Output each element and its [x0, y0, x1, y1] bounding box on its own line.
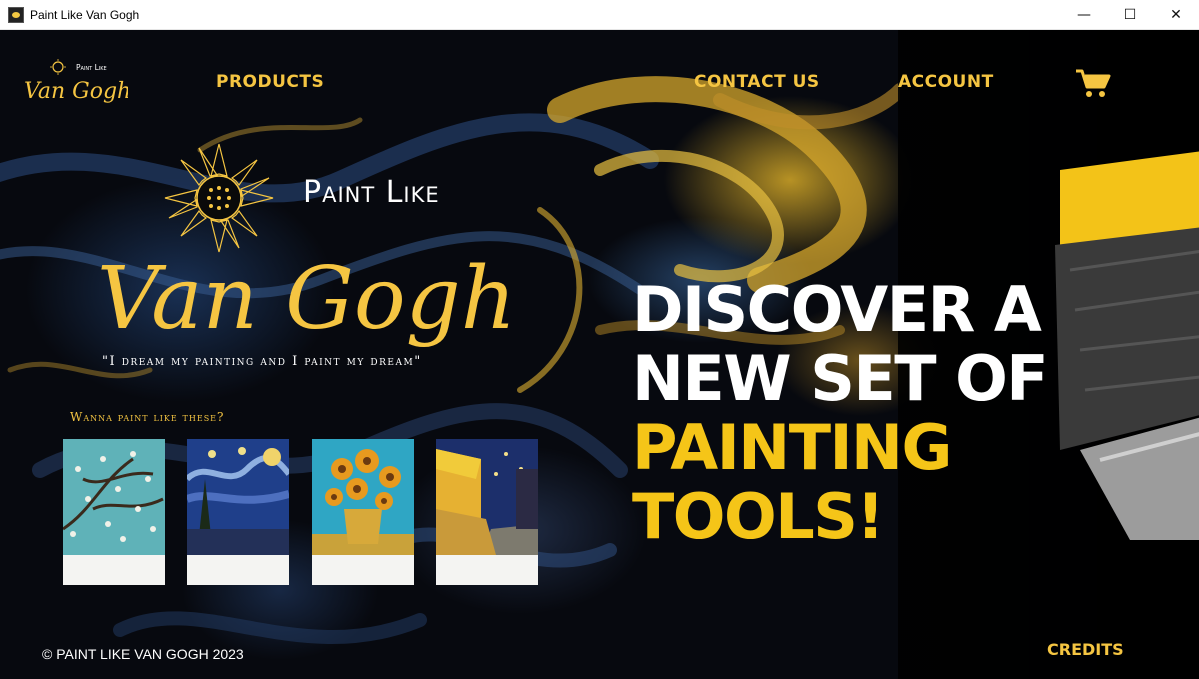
nav-logo-script-text: Van Gogh [24, 79, 128, 104]
window-titlebar: Paint Like Van Gogh — ☐ ✕ [0, 0, 1199, 30]
hero-headline: DISCOVER A NEW SET OF PAINTING TOOLS! [632, 275, 1199, 551]
hero-logo-top-text: Paint Like [303, 175, 440, 210]
credits-link[interactable]: CREDITS [1047, 640, 1124, 659]
painting-card-cafe-terrace[interactable] [436, 439, 538, 585]
nav-account-link[interactable]: ACCOUNT [898, 72, 994, 92]
sunflower-icon [164, 143, 274, 253]
nav-products-link[interactable]: PRODUCTS [216, 72, 324, 92]
app-canvas: Paint Like Van Gogh PRODUCTS CONTACT US … [0, 30, 1199, 679]
hero-logo-script-text: Van Gogh [97, 249, 515, 349]
sunflowers-image [312, 439, 414, 555]
maximize-button[interactable]: ☐ [1107, 0, 1153, 30]
hero-quote: "I dream my painting and I paint my drea… [102, 354, 422, 369]
window-controls: — ☐ ✕ [1061, 0, 1199, 30]
headline-line-3: PAINTING TOOLS! [632, 411, 952, 553]
hero-logo: Van Gogh [97, 143, 515, 349]
painting-card-starry-night[interactable] [187, 439, 289, 585]
painting-card-almond-blossoms[interactable] [63, 439, 165, 585]
minimize-button[interactable]: — [1061, 0, 1107, 30]
window-title: Paint Like Van Gogh [30, 7, 140, 22]
nav-logo[interactable]: Paint Like Van Gogh [22, 58, 128, 108]
headline-line-1: DISCOVER A [632, 273, 1042, 346]
nav-contact-link[interactable]: CONTACT US [694, 72, 820, 92]
nav-logo-top-text: Paint Like [76, 63, 107, 72]
wanna-paint-label: Wanna paint like these? [70, 410, 225, 424]
app-icon [8, 6, 24, 23]
starry-night-image [187, 439, 289, 555]
headline-line-2: NEW SET OF [632, 342, 1049, 415]
almond-blossoms-image [63, 439, 165, 555]
cafe-terrace-image [436, 439, 538, 555]
painting-card-sunflowers[interactable] [312, 439, 414, 585]
close-button[interactable]: ✕ [1153, 0, 1199, 30]
footer-copyright: © PAINT LIKE VAN GOGH 2023 [42, 646, 244, 662]
cart-icon[interactable] [1075, 68, 1111, 100]
